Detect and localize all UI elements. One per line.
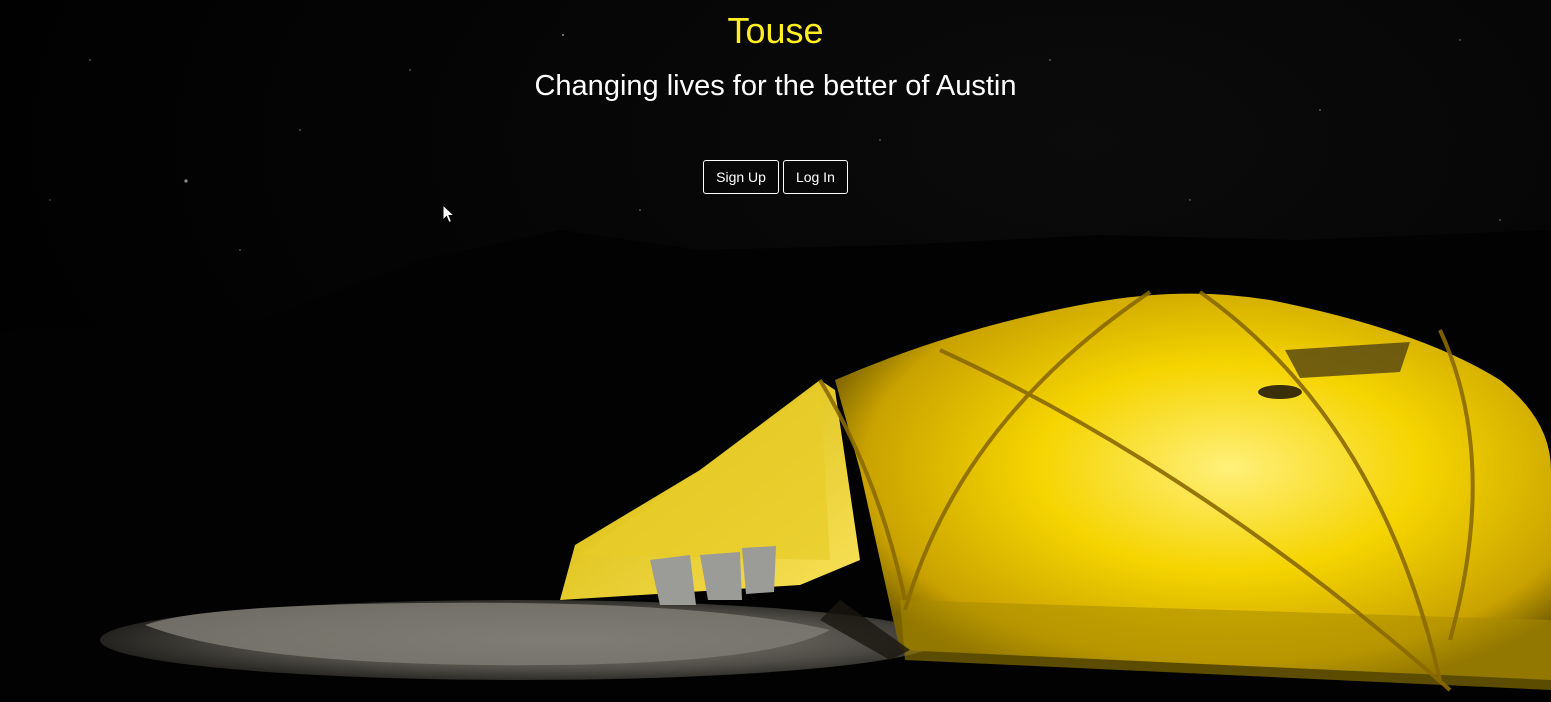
log-in-button[interactable]: Log In bbox=[782, 160, 848, 194]
site-tagline: Changing lives for the better of Austin bbox=[534, 70, 1017, 102]
site-title: Touse bbox=[727, 10, 824, 51]
hero-section: Touse Changing lives for the better of A… bbox=[0, 0, 1551, 702]
sign-up-button[interactable]: Sign Up bbox=[703, 160, 779, 194]
camping-tent-night-image bbox=[0, 34, 1551, 702]
mouse-cursor-icon bbox=[442, 204, 456, 224]
auth-actions: Sign Up Log In bbox=[0, 160, 1551, 194]
